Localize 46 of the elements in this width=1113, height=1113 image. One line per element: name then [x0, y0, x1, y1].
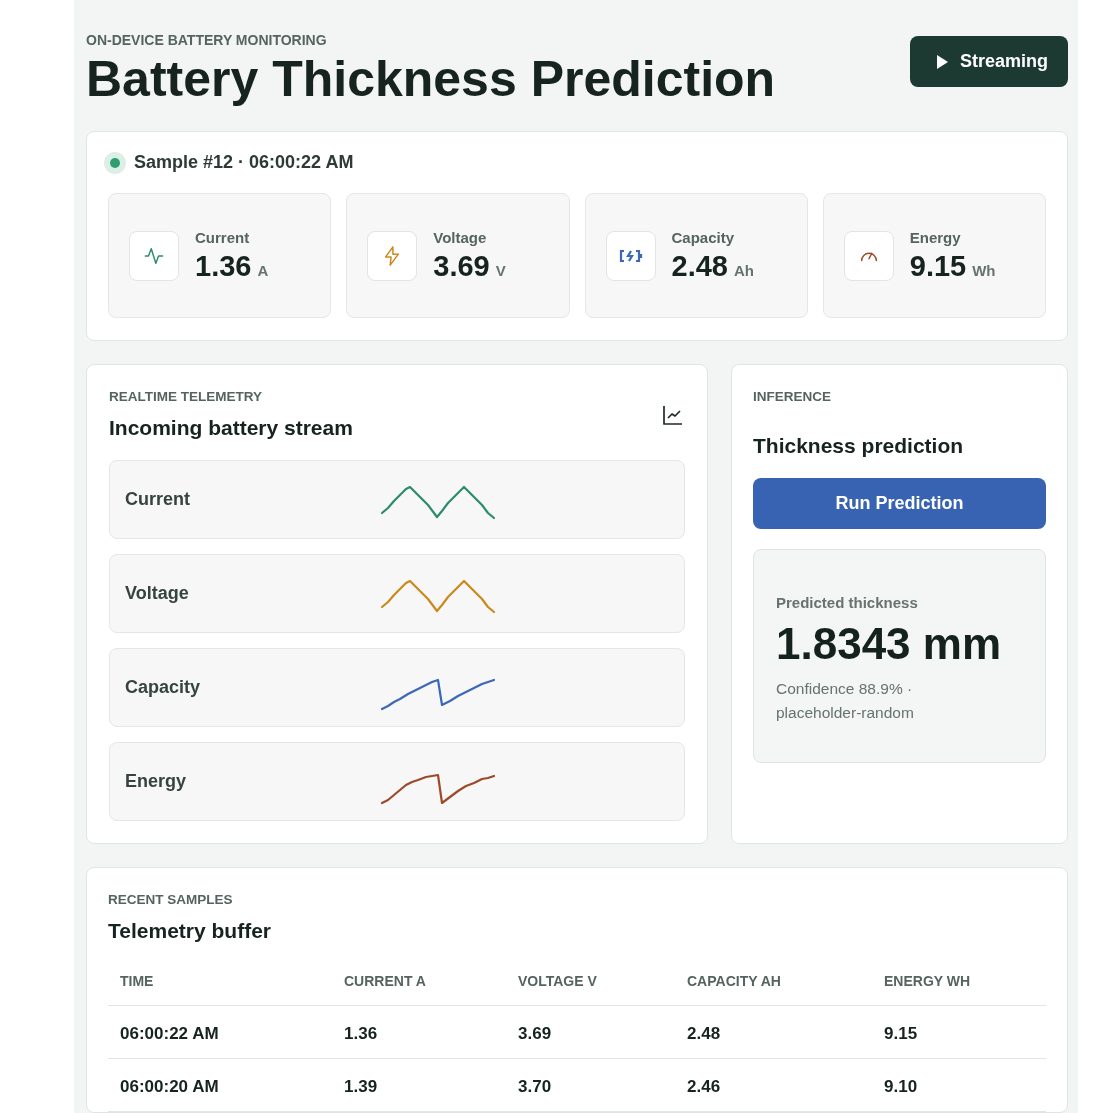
- run-prediction-button[interactable]: Run Prediction: [753, 478, 1046, 529]
- table-cell: 9.10: [872, 1058, 1046, 1112]
- page-eyebrow: ON-DEVICE BATTERY MONITORING: [86, 32, 328, 48]
- column-header: ENERGY WH: [872, 963, 1046, 1006]
- metric-unit: Ah: [733, 261, 754, 279]
- metric-label: Voltage: [433, 228, 488, 246]
- table-cell: 3.69: [506, 1005, 675, 1059]
- line-chart-icon[interactable]: [661, 403, 685, 427]
- table-cell: 1.39: [332, 1058, 506, 1112]
- stream-label: Voltage: [125, 583, 190, 604]
- table-cell: 06:00:22 AM: [108, 1005, 332, 1059]
- section-title: Thickness prediction: [753, 434, 965, 458]
- section-title: Incoming battery stream: [109, 416, 353, 440]
- result-label: Predicted thickness: [776, 594, 919, 611]
- stream-label: Energy: [125, 771, 188, 792]
- metric-value: 3.69: [433, 249, 490, 283]
- metric-unit: V: [495, 261, 506, 279]
- metric-value: 9.15: [909, 249, 967, 283]
- column-header: VOLTAGE V: [506, 963, 675, 1006]
- sample-label: Sample #12 · 06:00:22 AM: [134, 152, 354, 173]
- metric-label: Current: [195, 228, 251, 246]
- table-cell: 2.46: [675, 1058, 872, 1112]
- metric-label: Energy: [909, 228, 962, 246]
- column-header: TIME: [108, 963, 332, 1006]
- stream-label: Current: [125, 489, 191, 510]
- table-cell: 2.48: [675, 1005, 872, 1059]
- metric-value: 2.48: [671, 249, 728, 283]
- metric-label: Capacity: [671, 228, 736, 246]
- table-cell: 3.70: [506, 1058, 675, 1112]
- streaming-button[interactable]: Streaming: [909, 36, 1068, 87]
- metric-unit: A: [257, 261, 269, 279]
- section-eyebrow: RECENT SAMPLES: [108, 892, 234, 907]
- result-note: Confidence 88.9% · placeholder-random: [776, 679, 915, 723]
- metric-value: 1.36: [195, 249, 252, 283]
- metric-unit: Wh: [972, 261, 996, 279]
- section-eyebrow: REALTIME TELEMETRY: [109, 389, 263, 404]
- section-eyebrow: INFERENCE: [753, 389, 832, 404]
- table-cell: 06:00:20 AM: [108, 1058, 332, 1112]
- column-header: CURRENT A: [332, 963, 506, 1006]
- column-header: CAPACITY AH: [675, 963, 872, 1006]
- table-cell: 1.36: [332, 1005, 506, 1059]
- table-cell: 9.15: [872, 1005, 1046, 1059]
- section-title: Telemetry buffer: [108, 919, 272, 943]
- stream-label: Capacity: [125, 677, 202, 698]
- page-title: Battery Thickness Prediction: [86, 52, 776, 107]
- result-value: 1.8343 mm: [776, 619, 1003, 669]
